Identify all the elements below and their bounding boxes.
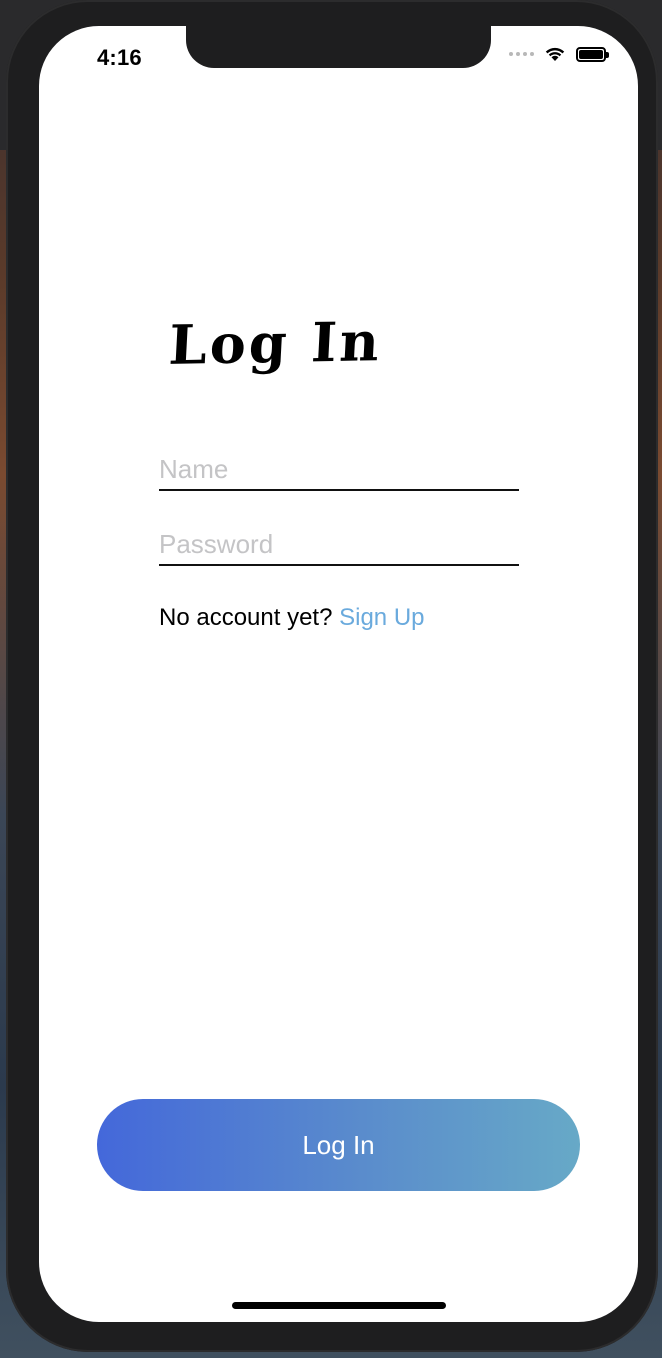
battery-icon [576,46,609,62]
simulator-device-frame: 4:16 Log In No account yet? Sign [6,0,658,1352]
password-field [159,529,519,566]
status-time: 4:16 [97,45,142,70]
home-indicator [232,1302,446,1309]
login-button[interactable]: Log In [97,1099,580,1191]
signup-row: No account yet? Sign Up [159,604,425,632]
page-title: Log In [167,309,384,377]
signup-link[interactable]: Sign Up [339,604,424,631]
app-screen: 4:16 Log In No account yet? Sign [39,26,638,1322]
status-icons [509,46,609,62]
cellular-signal-icon [509,52,534,56]
name-input[interactable] [159,454,519,489]
wifi-icon [545,47,565,61]
password-input[interactable] [159,529,519,564]
device-notch [186,26,491,68]
signup-prompt: No account yet? [159,604,340,631]
name-field [159,454,519,491]
